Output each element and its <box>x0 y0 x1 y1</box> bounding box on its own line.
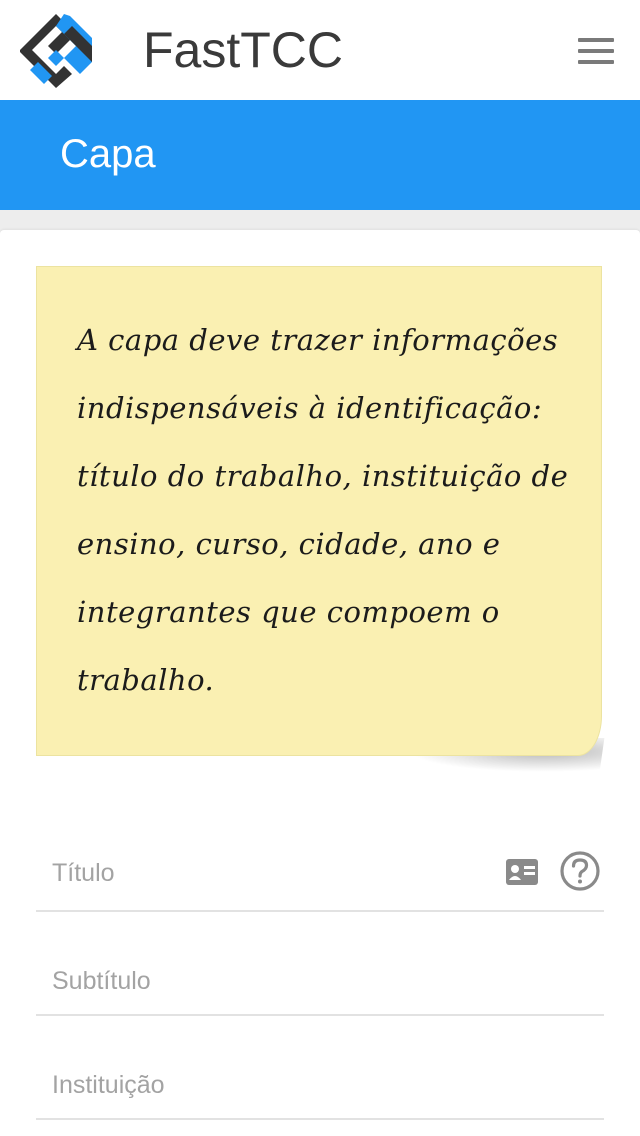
fasttcc-logo-icon <box>20 14 92 88</box>
subtitulo-input[interactable] <box>52 948 492 1014</box>
section-title: Capa <box>60 132 156 176</box>
app-header: FastTCC <box>0 0 640 100</box>
hamburger-menu-icon[interactable] <box>572 34 620 68</box>
menu-line <box>578 60 614 64</box>
subtitulo-field <box>36 948 604 1016</box>
titulo-input[interactable] <box>52 836 492 910</box>
id-card-icon[interactable] <box>505 858 539 886</box>
menu-line <box>578 38 614 42</box>
help-circle-icon[interactable] <box>559 850 601 892</box>
instituicao-field <box>36 1052 604 1120</box>
titulo-field <box>36 836 604 912</box>
instituicao-input[interactable] <box>52 1052 492 1118</box>
sticky-note-text: A capa deve trazer informações indispens… <box>77 323 569 697</box>
app-title: FastTCC <box>143 22 343 78</box>
menu-line <box>578 49 614 53</box>
